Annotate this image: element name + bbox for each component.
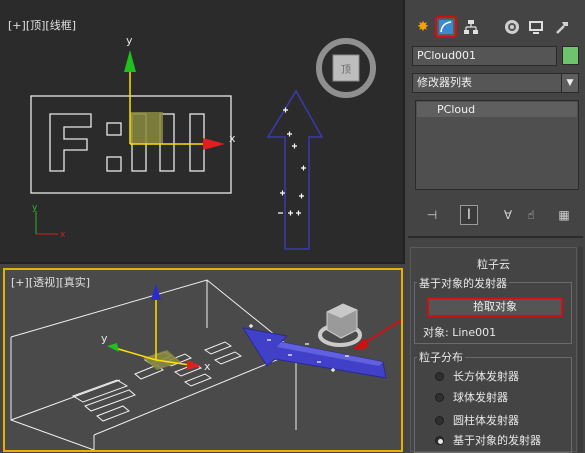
- make-unique-button[interactable]: ∀: [499, 205, 517, 225]
- gizmo-y-arrow: [107, 343, 119, 352]
- gizmo-x-arrow: [203, 138, 225, 150]
- radio-cylinder-emitter[interactable]: 圆柱体发射器: [435, 412, 519, 428]
- radio-object-emitter[interactable]: 基于对象的发射器: [435, 432, 541, 448]
- gizmo-x-label: x: [204, 360, 211, 373]
- stack-toolbar: ⊣ I ∀ ☝ ▦: [415, 205, 579, 227]
- configure-sets-icon: ▦: [558, 208, 570, 222]
- pin-icon: ⊣: [426, 208, 438, 222]
- object-label: 对象: Line001: [423, 326, 497, 339]
- gizmo-y-label: y: [126, 34, 133, 47]
- letter-bar-3: [189, 113, 205, 172]
- modify-icon: [439, 20, 453, 34]
- top-viewport[interactable]: [+][顶][线框] y x y x 顶: [0, 0, 405, 264]
- gizmo-y-label: y: [101, 332, 108, 345]
- display-tab[interactable]: [525, 16, 547, 38]
- modifier-list-dropdown[interactable]: 修改器列表 ▼: [412, 73, 579, 93]
- top-viewport-canvas: y x y x 顶: [30, 34, 376, 250]
- radio-button[interactable]: [435, 392, 444, 402]
- radio-button-selected[interactable]: [435, 435, 444, 445]
- motion-tab[interactable]: [501, 16, 523, 38]
- viewcube-icon: 顶: [316, 38, 376, 98]
- chevron-down-icon[interactable]: ▼: [561, 74, 578, 92]
- gizmo-plane-handle: [143, 350, 181, 370]
- radio-label: 基于对象的发射器: [453, 434, 541, 447]
- radio-label: 球体发射器: [453, 391, 508, 404]
- letter-dot-1: [106, 122, 122, 136]
- gizmo-z-arrow: [151, 284, 161, 300]
- distribution-group-label: 粒子分布: [417, 349, 465, 365]
- stack-item-pcloud[interactable]: PCloud: [417, 102, 577, 117]
- radio-sphere-emitter[interactable]: 球体发射器: [435, 389, 508, 405]
- pick-object-button[interactable]: 拾取对象: [427, 297, 563, 317]
- radio-label: 长方体发射器: [453, 370, 519, 383]
- modify-tab[interactable]: [435, 16, 457, 38]
- tripod-y-label: y: [32, 203, 38, 213]
- letter-dot-2: [106, 156, 122, 172]
- motion-icon: [505, 20, 519, 34]
- rollout-title[interactable]: 粒子云: [411, 256, 576, 272]
- configure-sets-button[interactable]: ▦: [555, 205, 573, 225]
- particle-points: [278, 107, 306, 216]
- display-icon: [529, 21, 543, 34]
- tripod-x-label: x: [60, 230, 66, 240]
- letter-f-shape: [49, 113, 92, 172]
- remove-modifier-icon: ☝: [527, 208, 535, 222]
- gizmo-plane-handle: [130, 112, 163, 144]
- callout-arrow: [360, 319, 401, 346]
- radio-button[interactable]: [435, 371, 444, 381]
- object-name-field[interactable]: PCloud001: [412, 46, 557, 66]
- particle-cloud-rollout: 粒子云 基于对象的发射器 拾取对象 对象: Line001 粒子分布 长方体发射…: [410, 247, 577, 453]
- radio-label: 圆柱体发射器: [453, 414, 519, 427]
- gizmo-y-axis: [114, 347, 157, 361]
- radio-box-emitter[interactable]: 长方体发射器: [435, 368, 519, 384]
- svg-text:顶: 顶: [341, 64, 351, 76]
- object-color-swatch[interactable]: [562, 46, 579, 65]
- emitter-arrow-shape: [266, 89, 324, 250]
- command-panel-tabs: ✸: [408, 16, 583, 40]
- create-icon: ✸: [417, 19, 429, 35]
- pin-stack-button[interactable]: ⊣: [423, 205, 441, 225]
- gizmo-x-label: x: [229, 132, 236, 145]
- show-end-result-button[interactable]: I: [460, 205, 478, 225]
- hierarchy-tab[interactable]: [460, 16, 482, 38]
- remove-modifier-button[interactable]: ☝: [522, 205, 540, 225]
- hierarchy-icon: [464, 20, 478, 34]
- panel-divider: [408, 236, 583, 238]
- utilities-tab[interactable]: [551, 16, 573, 38]
- utilities-icon: [556, 22, 568, 34]
- pcloud-emitter-icon: [318, 303, 362, 347]
- gizmo-y-arrow: [124, 50, 136, 72]
- perspective-viewport-canvas: y x: [10, 279, 401, 450]
- command-panel: ✸ PCloud001 修改器列表 ▼ PCloud ⊣ I ∀ ☝ ▦ 粒子云…: [405, 0, 585, 453]
- radio-button[interactable]: [435, 415, 444, 425]
- make-unique-icon: ∀: [503, 208, 513, 222]
- perspective-viewport[interactable]: [+][透视][真实] y x: [3, 268, 403, 452]
- panel-scrollbar[interactable]: [578, 247, 583, 452]
- emitter-group-label: 基于对象的发射器: [417, 275, 509, 291]
- modifier-stack: PCloud: [415, 100, 579, 190]
- create-tab[interactable]: ✸: [412, 16, 434, 38]
- show-end-result-icon: I: [466, 207, 472, 223]
- modifier-list-label: 修改器列表: [417, 76, 472, 89]
